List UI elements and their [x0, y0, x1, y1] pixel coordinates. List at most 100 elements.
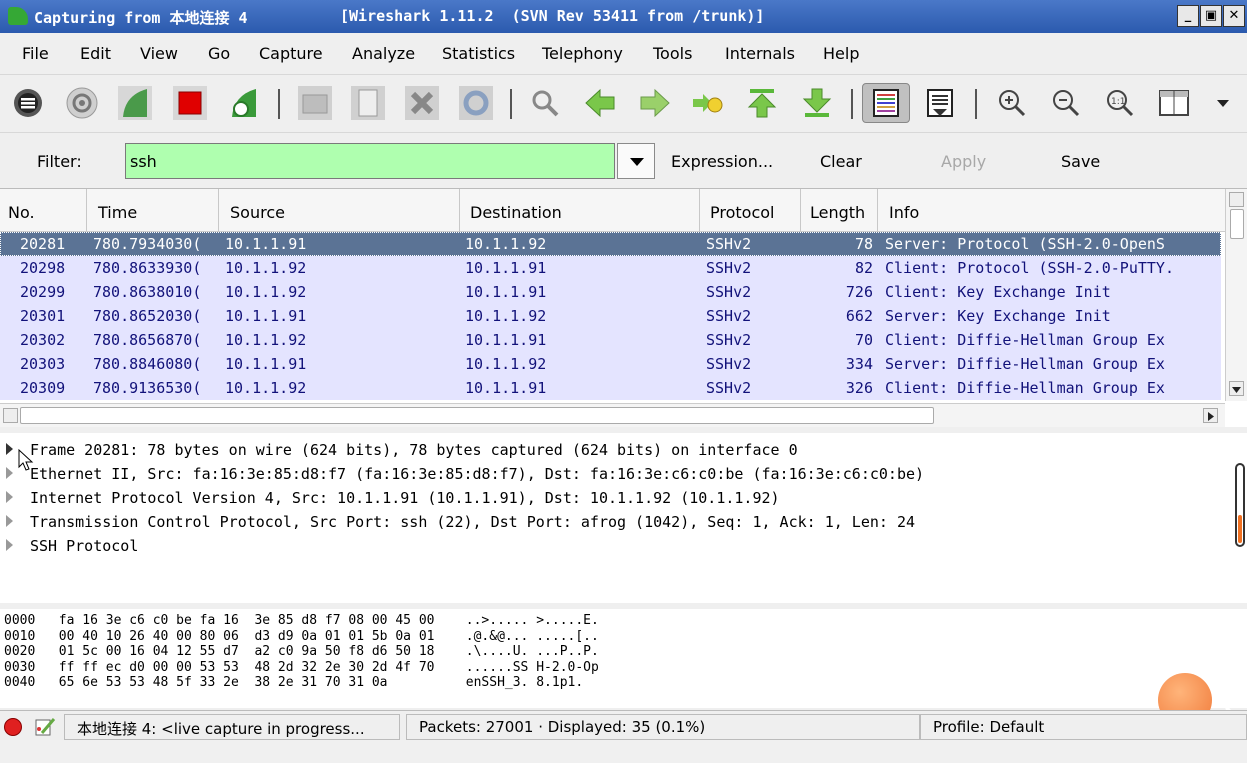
display-filter-input[interactable]: ssh: [125, 143, 615, 179]
packet-row[interactable]: 20309 780.9136530(10.1.1.92 10.1.1.91 SSHv2…: [0, 376, 1221, 400]
hex-line: 0020 01 5c 00 16 04 12 55 d7 a2 c0 9a 50…: [4, 644, 599, 659]
detail-row-ssh[interactable]: SSH Protocol: [0, 535, 1235, 559]
zoom-out-icon[interactable]: [1048, 85, 1084, 121]
close-file-icon[interactable]: [404, 85, 440, 121]
menu-bar: File Edit View Go Capture Analyze Statis…: [0, 33, 1247, 75]
window-title: Capturing from 本地连接 4: [34, 9, 248, 27]
packet-row[interactable]: 20299 780.8638010(10.1.1.92 10.1.1.91 SSHv2…: [0, 280, 1221, 304]
detail-row-ip[interactable]: Internet Protocol Version 4, Src: 10.1.1…: [0, 487, 1235, 511]
menu-edit[interactable]: Edit: [80, 44, 111, 63]
stop-capture-icon[interactable]: [172, 85, 208, 121]
menu-internals[interactable]: Internals: [725, 44, 795, 63]
detail-row-ethernet[interactable]: Ethernet II, Src: fa:16:3e:85:d8:f7 (fa:…: [0, 463, 1235, 487]
resize-columns-icon[interactable]: [1156, 85, 1192, 121]
open-file-icon[interactable]: [297, 85, 333, 121]
save-file-icon[interactable]: [350, 85, 386, 121]
expression-button[interactable]: Expression...: [671, 152, 773, 171]
column-length[interactable]: Length: [810, 203, 865, 222]
toolbar-overflow-icon[interactable]: [1208, 85, 1244, 121]
go-back-icon[interactable]: [582, 85, 618, 121]
packet-list-header: No. Time Source Destination Protocol Len…: [0, 189, 1225, 232]
menu-go[interactable]: Go: [208, 44, 230, 63]
colorize-icon[interactable]: [862, 83, 910, 123]
column-info[interactable]: Info: [889, 203, 919, 222]
packet-length: 726: [845, 283, 873, 301]
filter-history-dropdown[interactable]: [617, 143, 655, 179]
packet-no: 20301: [20, 307, 66, 325]
zoom-normal-icon[interactable]: 1:1: [1102, 85, 1138, 121]
column-protocol[interactable]: Protocol: [710, 203, 774, 222]
edit-comment-icon[interactable]: [34, 717, 56, 737]
packet-destination: 10.1.1.91: [465, 379, 547, 397]
expand-arrow-icon[interactable]: [6, 491, 13, 503]
expand-arrow-icon[interactable]: [6, 539, 13, 551]
expand-arrow-icon[interactable]: [6, 515, 13, 527]
start-capture-icon[interactable]: [117, 85, 153, 121]
detail-text: SSH Protocol: [30, 537, 139, 555]
title-bar: Capturing from 本地连接 4 [Wireshark 1.11.2 …: [0, 0, 1247, 33]
go-forward-icon[interactable]: [637, 85, 673, 121]
menu-statistics[interactable]: Statistics: [442, 44, 515, 63]
main-toolbar: 1:1: [0, 75, 1247, 133]
packet-destination: 10.1.1.92: [465, 307, 547, 325]
menu-view[interactable]: View: [140, 44, 178, 63]
packet-no: 20281: [20, 235, 66, 253]
hex-line: 0000 fa 16 3e c6 c0 be fa 16 3e 85 d8 f7…: [4, 613, 599, 628]
zoom-in-icon[interactable]: [994, 85, 1030, 121]
packet-protocol: SSHv2: [706, 331, 752, 349]
interfaces-icon[interactable]: [10, 85, 46, 121]
packet-row[interactable]: 20281 780.7934030(10.1.1.91 10.1.1.92 SSHv2…: [0, 232, 1221, 256]
column-time[interactable]: Time: [98, 203, 137, 222]
details-scrollbar[interactable]: [1235, 463, 1245, 547]
menu-capture[interactable]: Capture: [259, 44, 323, 63]
menu-analyze[interactable]: Analyze: [352, 44, 415, 63]
menu-help[interactable]: Help: [823, 44, 859, 63]
restart-capture-icon[interactable]: [226, 85, 262, 121]
packet-list-horizontal-scrollbar[interactable]: [0, 403, 1225, 427]
filter-toolbar: Filter: ssh Expression... Clear Apply Sa…: [0, 133, 1247, 189]
go-last-packet-icon[interactable]: [799, 85, 835, 121]
packet-row[interactable]: 20301 780.8652030(10.1.1.91 10.1.1.92 SSHv2…: [0, 304, 1221, 328]
packet-time: 780.9136530(: [93, 379, 202, 397]
expand-arrow-icon[interactable]: [6, 443, 13, 455]
column-no[interactable]: No.: [8, 203, 35, 222]
maximize-button[interactable]: ▣: [1200, 5, 1222, 27]
profile-selector[interactable]: Profile: Default: [920, 714, 1247, 740]
packet-no: 20309: [20, 379, 66, 397]
close-button[interactable]: ✕: [1223, 5, 1245, 27]
save-filter-button[interactable]: Save: [1061, 152, 1100, 171]
menu-telephony[interactable]: Telephony: [542, 44, 623, 63]
window-title-version: [Wireshark 1.11.2 (SVN Rev 53411 from /t…: [340, 7, 765, 25]
packet-row[interactable]: 20303 780.8846080(10.1.1.91 10.1.1.92 SSHv2…: [0, 352, 1221, 376]
packet-list-vertical-scrollbar[interactable]: [1225, 189, 1247, 401]
detail-row-frame[interactable]: Frame 20281: 78 bytes on wire (624 bits)…: [0, 439, 1235, 463]
apply-filter-button[interactable]: Apply: [941, 152, 986, 171]
wireshark-fin-icon: [8, 7, 28, 25]
minimize-button[interactable]: _: [1177, 5, 1199, 27]
clear-filter-button[interactable]: Clear: [820, 152, 862, 171]
auto-scroll-icon[interactable]: [922, 85, 958, 121]
go-first-packet-icon[interactable]: [744, 85, 780, 121]
expand-arrow-icon[interactable]: [6, 467, 13, 479]
go-to-packet-icon[interactable]: [690, 85, 726, 121]
find-packet-icon[interactable]: [527, 85, 563, 121]
capture-options-icon[interactable]: [64, 85, 100, 121]
column-source[interactable]: Source: [230, 203, 285, 222]
packet-source: 10.1.1.92: [225, 331, 307, 349]
status-bar: 本地连接 4: <live capture in progress... Pac…: [0, 710, 1247, 740]
packets-count-text: Packets: 27001 · Displayed: 35 (0.1%): [406, 714, 920, 740]
packet-row[interactable]: 20298 780.8633930(10.1.1.92 10.1.1.91 SSHv2…: [0, 256, 1221, 280]
reload-icon[interactable]: [458, 85, 494, 121]
packet-destination: 10.1.1.91: [465, 259, 547, 277]
detail-text: Internet Protocol Version 4, Src: 10.1.1…: [30, 489, 780, 507]
packet-rows: 20281 780.7934030(10.1.1.91 10.1.1.92 SSHv2…: [0, 232, 1221, 400]
detail-row-tcp[interactable]: Transmission Control Protocol, Src Port:…: [0, 511, 1235, 535]
menu-file[interactable]: File: [22, 44, 49, 63]
capture-status-icon[interactable]: [4, 718, 22, 736]
packet-info: Client: Protocol (SSH-2.0-PuTTY.: [885, 259, 1174, 277]
detail-text: Transmission Control Protocol, Src Port:…: [30, 513, 916, 531]
packet-row[interactable]: 20302 780.8656870(10.1.1.92 10.1.1.91 SSHv2…: [0, 328, 1221, 352]
filter-label: Filter:: [37, 152, 82, 171]
column-destination[interactable]: Destination: [470, 203, 562, 222]
menu-tools[interactable]: Tools: [653, 44, 692, 63]
